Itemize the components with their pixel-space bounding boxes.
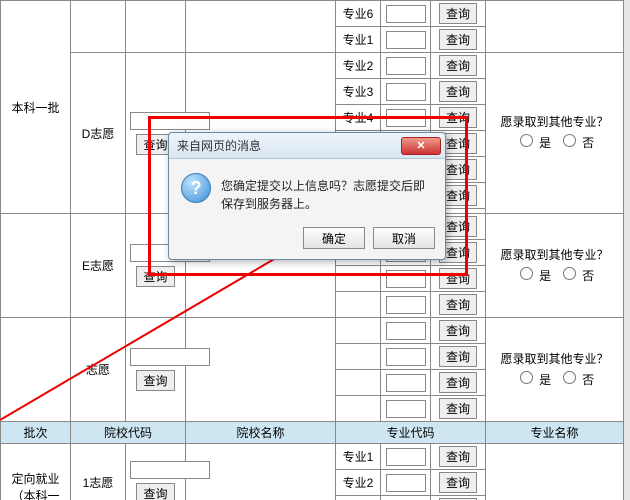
question-icon: ? (181, 173, 211, 203)
admit-no-radio[interactable] (563, 371, 576, 384)
major-code-input[interactable] (386, 296, 426, 314)
query-button[interactable]: 查询 (439, 346, 477, 367)
major-label: 专业6 (336, 1, 381, 27)
query-button[interactable]: 查询 (439, 372, 477, 393)
major-code-input[interactable] (386, 57, 426, 75)
section-label-bk1: 本科一批 (1, 1, 71, 214)
choice-e-label: E志愿 (71, 214, 126, 318)
major-label: 专业2 (336, 470, 381, 496)
query-button[interactable]: 查询 (136, 266, 174, 287)
choice-d-label: D志愿 (71, 53, 126, 214)
school-code-input[interactable] (130, 461, 210, 479)
major-code-input[interactable] (386, 83, 426, 101)
admit-other-group: 愿录取到其他专业？ 是 否 (486, 214, 624, 318)
major-code-input[interactable] (386, 5, 426, 23)
close-icon[interactable]: ✕ (401, 137, 441, 155)
col-school-name: 院校名称 (186, 422, 336, 444)
admit-yes-radio[interactable] (520, 371, 533, 384)
school-code-input[interactable] (130, 112, 210, 130)
section-header-dxjy: 批次 院校代码 院校名称 专业代码 专业名称 (0, 421, 624, 444)
cancel-button[interactable]: 取消 (373, 227, 435, 249)
admit-other-group: 愿录取到其他专业？ 是 否 (486, 53, 624, 214)
admit-yes-radio[interactable] (520, 134, 533, 147)
col-major-code: 专业代码 (336, 422, 486, 444)
query-button[interactable]: 查询 (439, 320, 477, 341)
col-school-code: 院校代码 (71, 422, 186, 444)
query-button[interactable]: 查询 (439, 81, 477, 102)
query-button[interactable]: 查询 (439, 3, 477, 24)
major-code-input[interactable] (386, 448, 426, 466)
confirm-dialog: 来自网页的消息 ✕ ? 您确定提交以上信息吗？志愿提交后即保存到服务器上。 确定… (168, 132, 446, 260)
major-code-input[interactable] (386, 348, 426, 366)
query-button[interactable]: 查询 (439, 398, 477, 419)
major-code-input[interactable] (386, 322, 426, 340)
section-label-dxjy: 定向就业（本科一批） (1, 444, 71, 500)
admit-other-group: 愿录取到其他专业？ 是 否 (486, 318, 624, 422)
choice-label: 志愿 (71, 318, 126, 422)
dialog-message: 您确定提交以上信息吗？志愿提交后即保存到服务器上。 (221, 173, 433, 213)
query-button[interactable]: 查询 (439, 472, 477, 493)
query-button[interactable]: 查询 (439, 55, 477, 76)
major-label: 专业1 (336, 27, 381, 53)
query-button[interactable]: 查询 (136, 483, 174, 500)
col-batch: 批次 (1, 422, 71, 444)
major-code-input[interactable] (386, 374, 426, 392)
major-code-input[interactable] (386, 270, 426, 288)
query-button[interactable]: 查询 (136, 370, 174, 391)
major-code-input[interactable] (386, 109, 426, 127)
dialog-title: 来自网页的消息 (177, 137, 261, 154)
col-major-name: 专业名称 (486, 422, 624, 444)
major-label: 专业3 (336, 79, 381, 105)
admit-no-radio[interactable] (563, 134, 576, 147)
query-button[interactable]: 查询 (439, 29, 477, 50)
major-code-input[interactable] (386, 474, 426, 492)
school-code-input[interactable] (130, 348, 210, 366)
ok-button[interactable]: 确定 (303, 227, 365, 249)
query-button[interactable]: 查询 (439, 446, 477, 467)
major-label: 专业4 (336, 105, 381, 131)
query-button[interactable]: 查询 (439, 107, 477, 128)
admit-yes-radio[interactable] (520, 267, 533, 280)
choice-1-label: 1志愿 (71, 444, 126, 500)
query-button[interactable]: 查询 (439, 268, 477, 289)
form-table-f: 志愿 查询 查询 愿录取到其他专业？ 是 否 查询 查询 查询 (0, 317, 624, 422)
major-code-input[interactable] (386, 31, 426, 49)
admit-no-radio[interactable] (563, 267, 576, 280)
major-label: 专业2 (336, 53, 381, 79)
form-table-dxjy: 定向就业（本科一批） 1志愿 查询 专业1查询 专业2查询 专业3查询 2志愿 … (0, 443, 624, 500)
major-label: 专业3 (336, 496, 381, 500)
major-code-input[interactable] (386, 400, 426, 418)
query-button[interactable]: 查询 (439, 294, 477, 315)
major-label: 专业1 (336, 444, 381, 470)
